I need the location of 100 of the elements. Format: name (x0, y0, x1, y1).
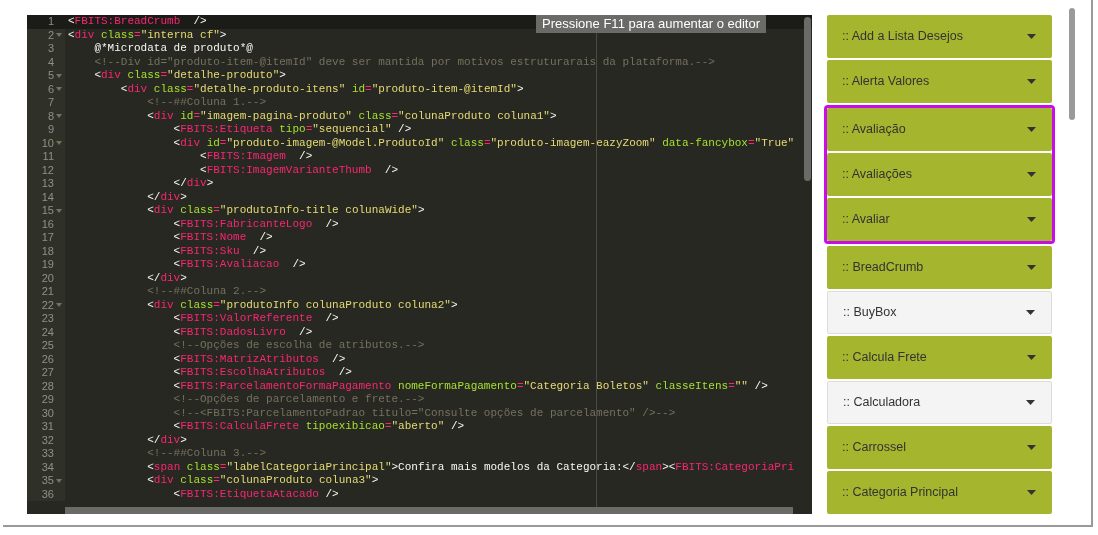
caret-icon (1026, 400, 1035, 405)
panel-scrollbar[interactable] (1069, 8, 1075, 120)
line-number: 28 (41, 379, 54, 393)
component-item[interactable]: :: Alerta Valores (827, 60, 1052, 103)
line-number: 4 (47, 55, 54, 69)
caret-icon (1027, 490, 1036, 495)
line-number: 27 (41, 366, 54, 380)
line-number: 2 (47, 28, 54, 42)
line-number: 21 (41, 285, 54, 299)
fold-caret-icon[interactable] (55, 73, 62, 78)
code-line: <div class="detalhe-produto"> (93, 69, 286, 83)
line-number: 12 (41, 163, 54, 177)
code-line: <FBITS:ValorReferente /> (172, 312, 339, 326)
line-number: 20 (41, 271, 54, 285)
code-line: <FBITS:Imagem /> (199, 150, 313, 164)
component-item[interactable]: :: Carrossel (827, 426, 1052, 469)
line-number: 15 (41, 204, 54, 218)
line-number: 22 (41, 298, 54, 312)
code-line: <FBITS:Sku /> (172, 244, 267, 258)
code-line: <FBITS:MatrizAtributos /> (172, 352, 346, 366)
component-item[interactable]: :: Categoria Principal (827, 471, 1052, 514)
line-number: 23 (41, 312, 54, 326)
line-number: 29 (41, 393, 54, 407)
code-line: <FBITS:Avaliacao /> (172, 258, 306, 272)
fold-caret-icon[interactable] (55, 478, 62, 483)
code-line: @*Microdata de produto*@ (93, 42, 253, 56)
code-line: <FBITS:CalculaFrete tipoexibicao="aberto" /> (172, 420, 465, 434)
fold-caret-icon[interactable] (55, 87, 62, 92)
code-line: <div class="interna cf"> (68, 28, 227, 42)
code-line: <FBITS:DadosLivro /> (172, 325, 313, 339)
line-number: 32 (41, 433, 54, 447)
caret-icon (1027, 172, 1036, 177)
component-item[interactable]: :: Calculadora (827, 381, 1052, 424)
line-number: 7 (47, 96, 54, 110)
code-line: <div id="produto-imagem-@Model.ProdutoId" class="produto-imagem-eazyZoom" data-fancybox="True" (172, 136, 795, 150)
code-line: <FBITS:Nome /> (172, 231, 273, 245)
line-number: 36 (41, 487, 54, 501)
component-item[interactable]: :: Add a Lista Desejos (827, 15, 1052, 58)
code-line: <!--Div id="produto-item-@itemId" deve ser mantida por motivos estruturarais da plataforma.--> (93, 55, 715, 69)
code-line: <!--<FBITS:ParcelamentoPadrao titulo="Consulte opções de parcelamento" />--> (172, 406, 676, 420)
code-line: <div id="imagem-pagina-produto" class="colunaProduto coluna1"> (146, 109, 557, 123)
line-number: 6 (47, 82, 54, 96)
line-number: 16 (41, 217, 54, 231)
code-line: <FBITS:ImagemVarianteThumb /> (199, 163, 399, 177)
code-line: <div class="produtoInfo-title colunaWide"> (146, 204, 425, 218)
code-line: <FBITS:FabricanteLogo /> (172, 217, 339, 231)
line-number: 30 (41, 406, 54, 420)
editor-hint-tooltip: Pressione F11 para aumentar o editor (536, 15, 766, 33)
line-number: 17 (41, 231, 54, 245)
horizontal-scrollbar[interactable] (65, 507, 793, 514)
fold-caret-icon[interactable] (55, 208, 62, 213)
component-item[interactable]: :: Avaliar (827, 198, 1052, 241)
line-number: 24 (41, 325, 54, 339)
caret-icon (1027, 217, 1036, 222)
component-item[interactable]: :: Calcula Frete (827, 336, 1052, 379)
fold-caret-icon[interactable] (55, 141, 62, 146)
caret-icon (1027, 127, 1036, 132)
code-line: <div class="produtoInfo colunaProduto coluna2"> (146, 298, 458, 312)
line-number: 11 (42, 150, 54, 164)
caret-icon (1027, 265, 1036, 270)
code-line: <!--Opções de escolha de atributos.--> (172, 339, 425, 353)
code-line: <!--##Coluna 1.--> (146, 96, 267, 110)
line-number: 31 (41, 420, 54, 434)
component-item[interactable]: :: BreadCrumb (827, 246, 1052, 289)
caret-icon (1027, 34, 1036, 39)
vertical-scrollbar[interactable] (804, 17, 811, 181)
code-line: <!--Opções de parcelamento e frete.--> (172, 393, 425, 407)
caret-icon (1027, 79, 1036, 84)
code-line: <FBITS:Etiqueta tipo="sequencial" /> (172, 123, 412, 137)
code-line: <!--##Coluna 3.--> (146, 447, 267, 461)
caret-icon (1026, 310, 1035, 315)
code-line: <!--##Coluna 2.--> (146, 285, 267, 299)
component-item[interactable]: :: Avaliação (827, 108, 1052, 151)
line-number: 9 (47, 123, 54, 137)
component-item[interactable]: :: BuyBox (827, 291, 1052, 334)
line-number: 5 (47, 69, 54, 83)
code-line: <FBITS:EscolhaAtributos /> (172, 366, 352, 380)
line-number: 34 (41, 460, 54, 474)
line-number: 13 (41, 177, 54, 191)
caret-icon (1027, 355, 1036, 360)
code-line: <FBITS:EtiquetaAtacado /> (172, 487, 339, 501)
code-line: </div> (146, 271, 187, 285)
line-number: 8 (47, 109, 54, 123)
line-number: 1 (47, 15, 54, 29)
line-number: 10 (41, 136, 54, 150)
code-line: <FBITS:BreadCrumb /> (68, 15, 207, 29)
code-line: <div class="colunaProduto coluna3"> (146, 474, 379, 488)
line-number: 3 (47, 42, 54, 56)
component-item[interactable]: :: Avaliações (827, 153, 1052, 196)
line-number: 25 (41, 339, 54, 353)
code-line: <div class="detalhe-produto-itens" id="produto-item-@itemId"> (119, 82, 524, 96)
line-number: 19 (41, 258, 54, 272)
fold-caret-icon[interactable] (55, 33, 62, 38)
line-number: 33 (41, 447, 54, 461)
line-number: 35 (41, 474, 54, 488)
line-number: 18 (41, 244, 54, 258)
fold-caret-icon[interactable] (55, 114, 62, 119)
code-line: </div> (172, 177, 214, 191)
fold-caret-icon[interactable] (55, 303, 62, 308)
code-line: </div> (146, 190, 187, 204)
